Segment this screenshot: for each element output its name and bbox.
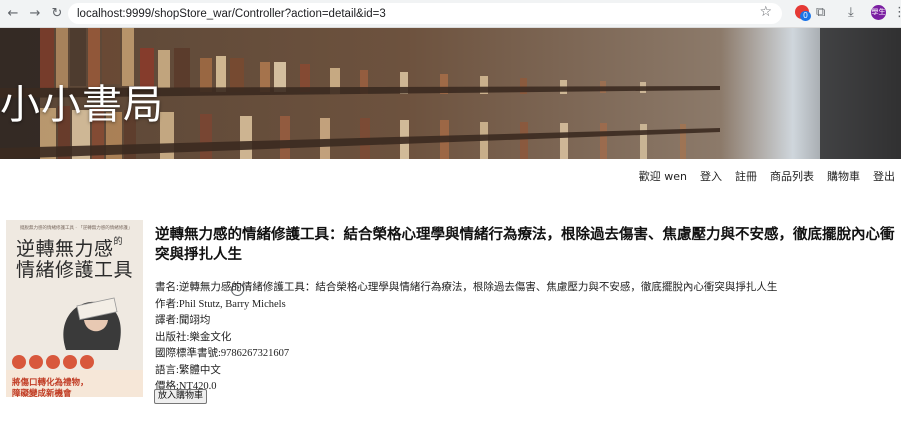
cover-bottom-line2: 障礙變成新機會 [12, 389, 72, 397]
top-nav: 歡迎 wen 登入 註冊 商品列表 購物車 登出 [626, 168, 895, 184]
reload-icon[interactable]: ↻ [46, 3, 68, 25]
product-publisher-line: 出版社:樂金文化 [155, 331, 232, 343]
address-bar[interactable]: i localhost:9999/shopStore_war/Controlle… [68, 3, 782, 296]
back-icon[interactable]: ← [2, 3, 24, 25]
browser-toolbar: ← → ↻ i localhost:9999/shopStore_war/Con… [0, 0, 901, 296]
extension-badge: 0 [800, 11, 811, 21]
book-cover-image: 擺脫無力感的情緒修護工具 · 「逆轉無力感的情緒修護」 逆轉無力感的 情緒修護工… [6, 220, 143, 397]
nav-cart[interactable]: 購物車 [827, 168, 860, 184]
product-author-line: 作者:Phil Stutz, Barry Michels [155, 298, 286, 310]
product-language-line: 語言:繁體中文 [155, 364, 221, 376]
bookmark-star-icon[interactable]: ☆ [759, 4, 772, 20]
cover-title-line2: 情緒修護工具 [16, 259, 134, 281]
download-icon[interactable]: ⤓ [848, 5, 854, 20]
forward-icon[interactable]: → [24, 3, 46, 25]
product-translator-line: 譯者:聞翊均 [155, 315, 211, 326]
site-title: 小小書局 [0, 82, 164, 128]
url-text[interactable]: localhost:9999/shopStore_war/Controller?… [77, 8, 386, 20]
cover-illustration [63, 297, 121, 350]
product-title: 逆轉無力感的情緒修護工具：結合榮格心理學與情緒行為療法，根除過去傷害、焦慮壓力與… [155, 227, 895, 263]
product-info: 書名:逆轉無力感的情緒修護工具：結合榮格心理學與情緒行為療法，根除過去傷害、焦慮… [155, 280, 777, 396]
profile-avatar[interactable]: 學生 [871, 5, 886, 20]
extension-icon[interactable]: 0 [795, 5, 811, 21]
menu-icon[interactable]: ⋮ [893, 5, 901, 20]
add-to-cart-button[interactable]: 放入購物車 [154, 389, 208, 404]
cover-title-line1-suffix: 的 [113, 237, 124, 247]
product-isbn-line: 國際標準書號:9786267321607 [155, 348, 290, 359]
banner-image: 小小書局 [0, 28, 901, 159]
product-price-line: 價格:NT420.0 [155, 381, 217, 392]
product-name-line: 書名:逆轉無力感的情緒修護工具：結合榮格心理學與情緒行為療法，根除過去傷害、焦慮… [155, 282, 778, 293]
nav-product-list[interactable]: 商品列表 [770, 168, 814, 184]
cover-circles [12, 355, 94, 369]
extensions-puzzle-icon[interactable]: ⧉ [816, 5, 825, 20]
cover-top-text: 擺脫無力感的情緒修護工具 · 「逆轉無力感的情緒修護」 [20, 226, 133, 231]
nav-login[interactable]: 登入 [700, 168, 722, 184]
nav-logout[interactable]: 登出 [873, 168, 895, 184]
nav-register[interactable]: 註冊 [735, 168, 757, 184]
nav-welcome: 歡迎 wen [638, 170, 687, 183]
